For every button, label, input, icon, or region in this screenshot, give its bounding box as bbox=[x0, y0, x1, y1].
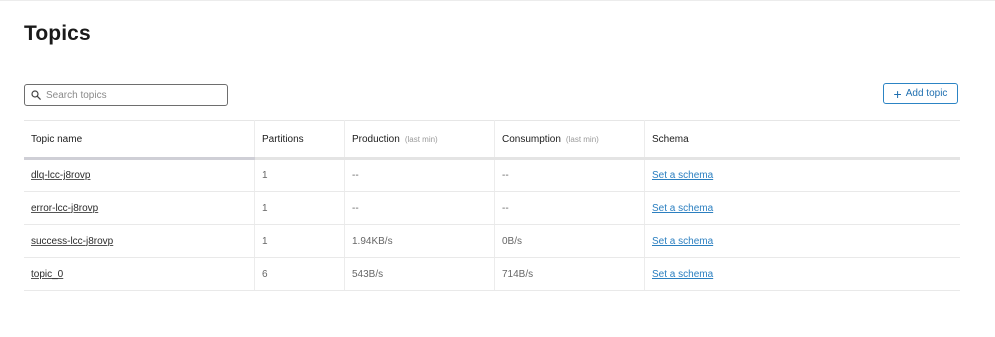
topic-link[interactable]: success-lcc-j8rovp bbox=[31, 236, 113, 247]
add-topic-label: Add topic bbox=[905, 88, 948, 99]
cell-partitions: 6 bbox=[254, 257, 345, 291]
cell-partitions: 1 bbox=[254, 158, 345, 192]
cell-consumption: 0B/s bbox=[494, 224, 645, 258]
column-header-topic-name[interactable]: Topic name bbox=[24, 120, 255, 160]
cell-schema: Set a schema bbox=[644, 224, 960, 258]
column-header-label: Schema bbox=[652, 133, 689, 145]
topics-table: Topic name Partitions Production (last mi… bbox=[24, 120, 960, 291]
table-row: error-lcc-j8rovp 1 -- -- Set a schema bbox=[24, 191, 960, 225]
cell-production: 543B/s bbox=[344, 257, 495, 291]
search-icon bbox=[31, 90, 41, 100]
cell-consumption: 714B/s bbox=[494, 257, 645, 291]
table-header-row: Topic name Partitions Production (last mi… bbox=[24, 120, 960, 160]
column-header-consumption[interactable]: Consumption (last min) bbox=[494, 120, 645, 160]
cell-topic-name: topic_0 bbox=[24, 257, 255, 291]
top-divider bbox=[0, 0, 995, 1]
table-row: success-lcc-j8rovp 1 1.94KB/s 0B/s Set a… bbox=[24, 224, 960, 258]
column-header-label: Consumption bbox=[502, 133, 561, 145]
set-schema-link[interactable]: Set a schema bbox=[652, 236, 713, 247]
cell-partitions: 1 bbox=[254, 191, 345, 225]
topic-link[interactable]: topic_0 bbox=[31, 269, 63, 280]
cell-consumption: -- bbox=[494, 191, 645, 225]
table-row: dlq-lcc-j8rovp 1 -- -- Set a schema bbox=[24, 158, 960, 192]
cell-production: -- bbox=[344, 191, 495, 225]
column-header-label: Partitions bbox=[262, 133, 304, 145]
column-header-hint: (last min) bbox=[565, 134, 599, 144]
cell-topic-name: dlq-lcc-j8rovp bbox=[24, 158, 255, 192]
column-header-production[interactable]: Production (last min) bbox=[344, 120, 495, 160]
topics-page: Topics + Add topic Topic name Partitions… bbox=[0, 0, 995, 337]
column-header-label: Production bbox=[352, 133, 400, 145]
page-title: Topics bbox=[24, 22, 91, 45]
column-header-partitions[interactable]: Partitions bbox=[254, 120, 345, 160]
set-schema-link[interactable]: Set a schema bbox=[652, 170, 713, 181]
cell-topic-name: error-lcc-j8rovp bbox=[24, 191, 255, 225]
column-header-schema[interactable]: Schema bbox=[644, 120, 960, 160]
column-header-label: Topic name bbox=[31, 133, 83, 145]
cell-production: -- bbox=[344, 158, 495, 192]
cell-schema: Set a schema bbox=[644, 158, 960, 192]
cell-consumption: -- bbox=[494, 158, 645, 192]
search-input[interactable] bbox=[46, 89, 211, 101]
search-box[interactable] bbox=[24, 84, 228, 106]
cell-partitions: 1 bbox=[254, 224, 345, 258]
plus-icon: + bbox=[893, 85, 902, 102]
set-schema-link[interactable]: Set a schema bbox=[652, 269, 713, 280]
cell-production: 1.94KB/s bbox=[344, 224, 495, 258]
cell-topic-name: success-lcc-j8rovp bbox=[24, 224, 255, 258]
table-row: topic_0 6 543B/s 714B/s Set a schema bbox=[24, 257, 960, 291]
topic-link[interactable]: error-lcc-j8rovp bbox=[31, 203, 98, 214]
set-schema-link[interactable]: Set a schema bbox=[652, 203, 713, 214]
cell-schema: Set a schema bbox=[644, 257, 960, 291]
add-topic-button[interactable]: + Add topic bbox=[883, 83, 958, 104]
cell-schema: Set a schema bbox=[644, 191, 960, 225]
topic-link[interactable]: dlq-lcc-j8rovp bbox=[31, 170, 90, 181]
column-header-hint: (last min) bbox=[404, 134, 438, 144]
